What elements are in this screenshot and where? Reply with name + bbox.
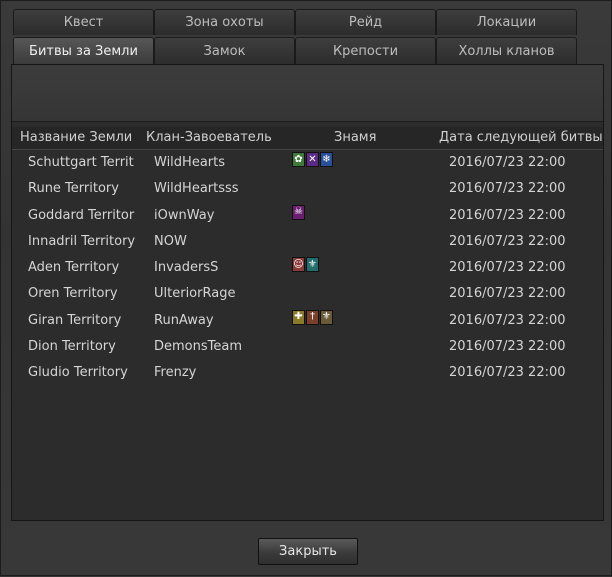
table-row[interactable]: Goddard Territor iOwnWay ☠ 2016/07/23 22:00 [12, 204, 603, 230]
tab-hunting-zone[interactable]: Зона охоты [154, 9, 295, 35]
column-header-clan[interactable]: Клан-Завоеватель [146, 130, 272, 145]
table-row[interactable]: Schuttgart Territ WildHearts ✿ ✕ ❄ 2016/07/23… [12, 151, 603, 177]
crossed-swords-icon: ✕ [306, 152, 319, 167]
table-header: Название Земли Клан-Завоеватель Знамя Да… [12, 127, 603, 150]
flag-cell: ✚ † ⚜ [292, 309, 333, 325]
clan-name: WildHeartsss [154, 181, 239, 197]
land-name: Oren Territory [28, 286, 118, 302]
territory-list: Schuttgart Territ WildHearts ✿ ✕ ❄ 2016/07/23… [12, 151, 603, 388]
land-name: Gludio Territory [28, 365, 128, 381]
column-header-date[interactable]: Дата следующей битвы [439, 130, 603, 145]
next-battle-date: 2016/07/23 22:00 [449, 207, 566, 223]
next-battle-date: 2016/07/23 22:00 [449, 260, 566, 276]
table-row[interactable]: Dion Territory DemonsTeam 2016/07/23 22:00 [12, 335, 603, 361]
land-name: Schuttgart Territ [28, 155, 134, 170]
land-name: Aden Territory [28, 260, 120, 276]
table-row[interactable]: Aden Territory InvadersS ☺ ⚜ 2016/07/23 22:0… [12, 256, 603, 282]
table-row[interactable]: Gludio Territory Frenzy 2016/07/23 22:00 [12, 361, 603, 387]
next-battle-date: 2016/07/23 22:00 [449, 365, 566, 381]
clan-name: NOW [154, 233, 187, 249]
table-row[interactable]: Rune Territory WildHeartsss 2016/07/23 22:… [12, 177, 603, 203]
tab-locations[interactable]: Локации [436, 9, 577, 35]
cross-icon: ✚ [292, 309, 305, 325]
tab-territory-wars[interactable]: Битвы за Земли [13, 37, 154, 65]
footer: Закрыть [1, 521, 611, 577]
next-battle-date: 2016/07/23 22:00 [449, 286, 566, 302]
tab-fortresses[interactable]: Крепости [295, 37, 436, 65]
clan-name: WildHearts [154, 155, 225, 170]
table-row[interactable]: Innadril Territory NOW 2016/07/23 22:00 [12, 230, 603, 256]
land-name: Giran Territory [28, 312, 122, 328]
clan-name: RunAway [154, 312, 214, 328]
close-button[interactable]: Закрыть [258, 538, 358, 565]
clan-name: iOwnWay [154, 207, 215, 223]
column-header-flag[interactable]: Знамя [334, 130, 376, 145]
territory-panel: Название Земли Клан-Завоеватель Знамя Да… [11, 64, 604, 521]
next-battle-date: 2016/07/23 22:00 [449, 181, 566, 197]
next-battle-date: 2016/07/23 22:00 [449, 312, 566, 328]
next-battle-date: 2016/07/23 22:00 [449, 155, 566, 170]
tab-row-front: Битвы за Земли Замок Крепости Холлы клан… [13, 37, 577, 65]
clan-name: InvadersS [154, 260, 219, 276]
next-battle-date: 2016/07/23 22:00 [449, 233, 566, 249]
flag-cell: ☺ ⚜ [292, 257, 319, 273]
table-row[interactable]: Oren Territory UlteriorRage 2016/07/23 22:… [12, 282, 603, 308]
flag-cell: ✿ ✕ ❄ [292, 152, 333, 167]
sword-icon: † [306, 309, 319, 325]
mask-icon: ☺ [292, 257, 305, 273]
snowflake-icon: ❄ [320, 152, 333, 167]
land-name: Dion Territory [28, 339, 116, 355]
table-row[interactable]: Giran Territory RunAway ✚ † ⚜ 2016/07/23 22:0… [12, 309, 603, 335]
tab-clan-halls[interactable]: Холлы кланов [436, 37, 577, 65]
tab-raid[interactable]: Рейд [295, 9, 436, 35]
land-name: Goddard Territor [28, 207, 135, 223]
fleur-icon: ⚜ [306, 257, 319, 273]
clan-name: Frenzy [154, 365, 197, 381]
panel-header-bar [12, 65, 603, 122]
wings-icon: ⚜ [320, 309, 333, 325]
flag-cell: ☠ [292, 204, 305, 220]
tab-row-back: Квест Зона охоты Рейд Локации [13, 9, 577, 35]
clan-name: DemonsTeam [154, 339, 242, 355]
land-name: Rune Territory [28, 181, 119, 197]
leaf-emblem-icon: ✿ [292, 152, 305, 167]
land-name: Innadril Territory [28, 233, 136, 249]
next-battle-date: 2016/07/23 22:00 [449, 339, 566, 355]
tab-castle[interactable]: Замок [154, 37, 295, 65]
territory-war-window: Квест Зона охоты Рейд Локации Битвы за З… [0, 0, 612, 576]
skull-icon: ☠ [292, 204, 305, 220]
column-header-land[interactable]: Название Земли [20, 130, 132, 145]
tab-quest[interactable]: Квест [13, 9, 154, 35]
clan-name: UlteriorRage [154, 286, 236, 302]
